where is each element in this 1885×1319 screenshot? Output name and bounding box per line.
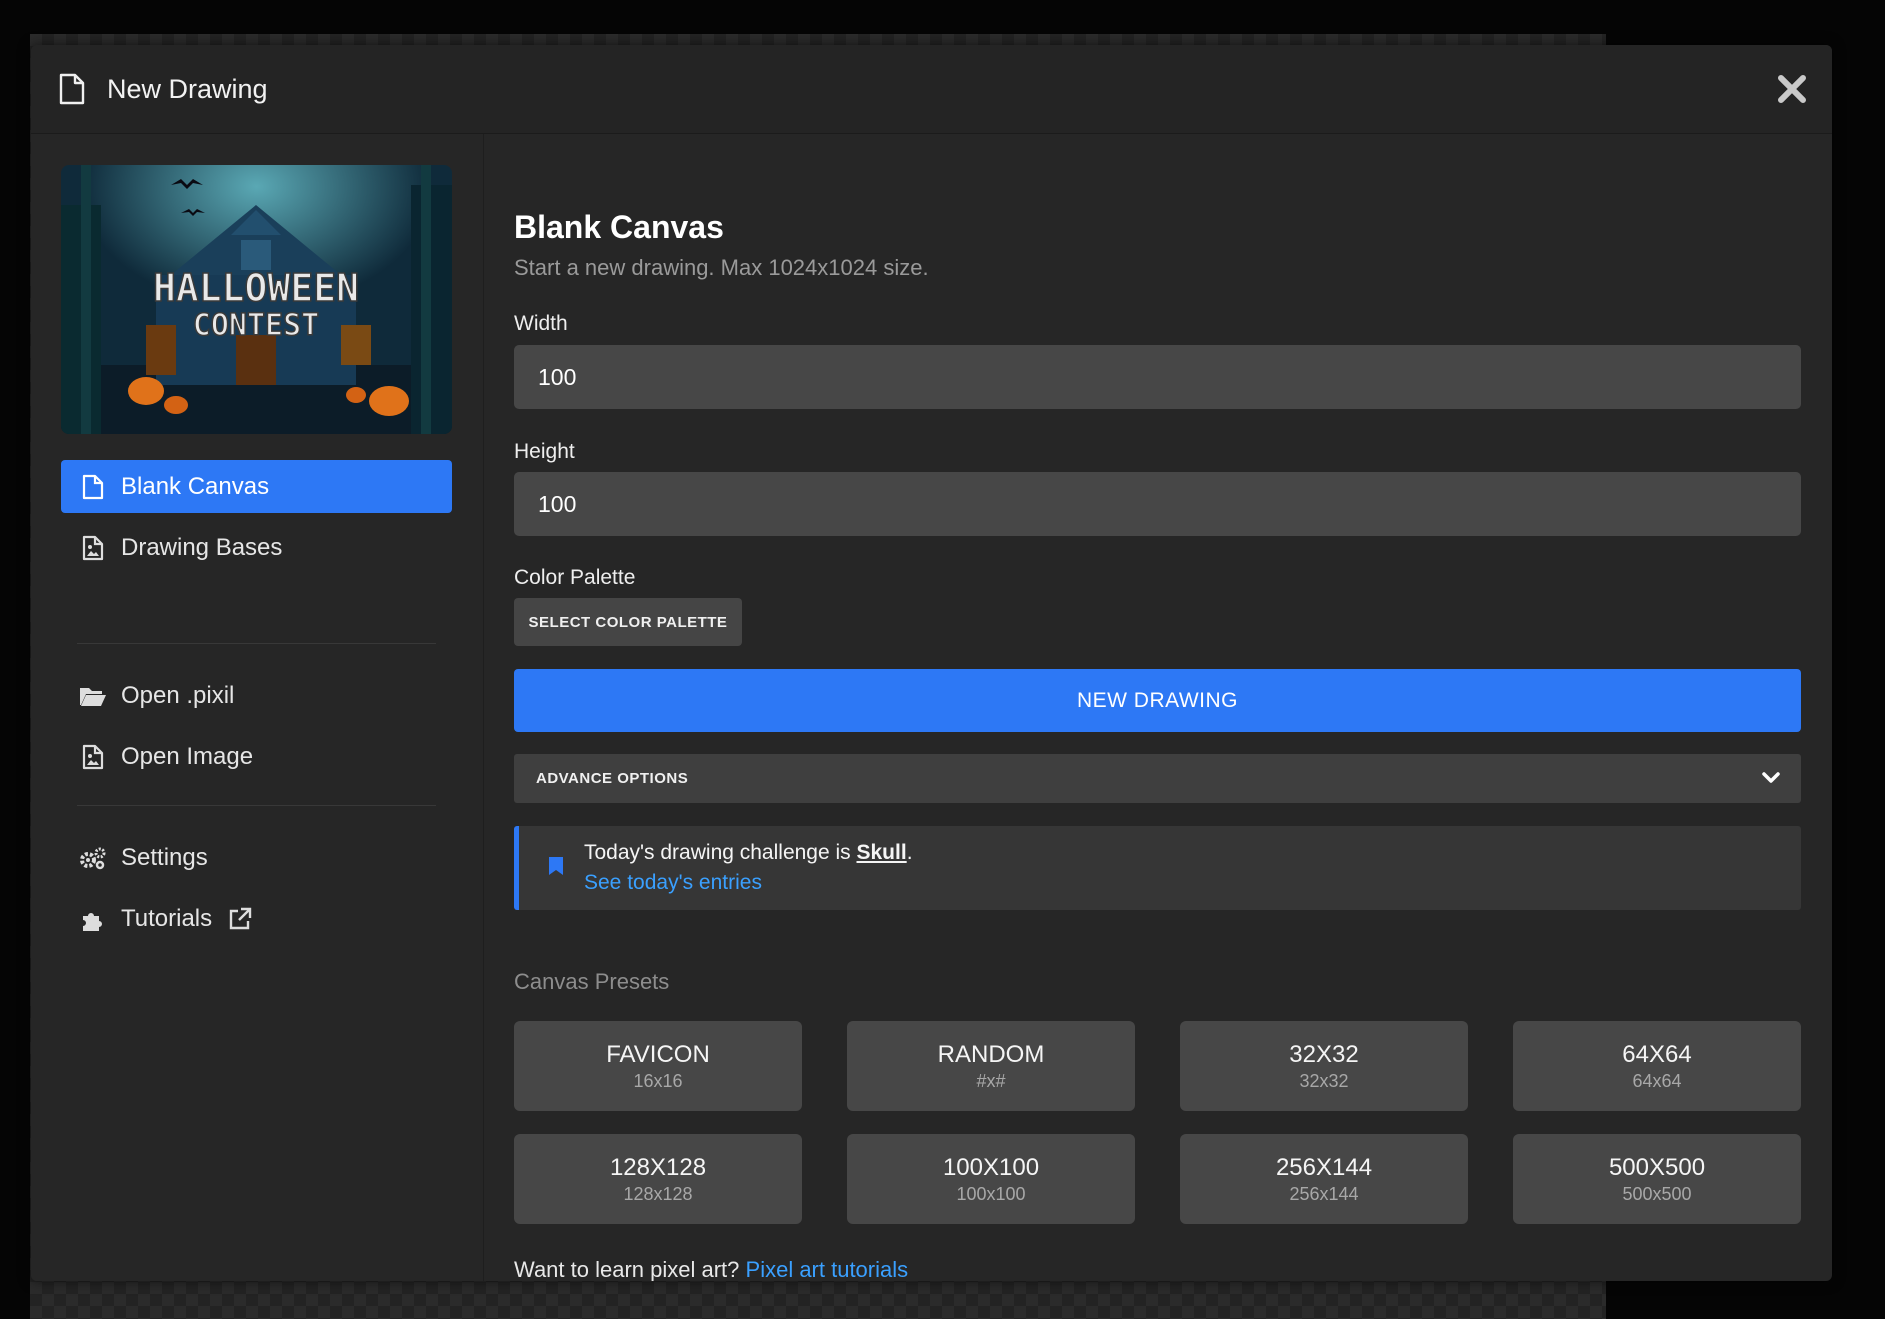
- preset-name: 500X500: [1608, 1154, 1706, 1181]
- preset-random[interactable]: RANDOM #x#: [847, 1021, 1135, 1111]
- preset-128x128[interactable]: 128X128 128x128: [514, 1134, 802, 1224]
- preset-name: 256X144: [1275, 1154, 1373, 1181]
- challenge-text: Today's drawing challenge is Skull.: [584, 841, 913, 865]
- sidebar-nav-primary: Blank Canvas Drawing Bases: [61, 460, 452, 574]
- advance-options-toggle[interactable]: ADVANCE OPTIONS: [514, 754, 1801, 803]
- preset-64x64[interactable]: 64X64 64x64: [1513, 1021, 1801, 1111]
- sidebar-nav-open: Open .pixil Open Image: [61, 669, 452, 783]
- halloween-contest-banner[interactable]: HALLOWEEN CONTEST: [61, 165, 452, 434]
- color-palette-label: Color Palette: [514, 566, 636, 589]
- preset-name: 32X32: [1289, 1041, 1359, 1068]
- file-icon: [77, 474, 109, 500]
- sidebar-item-label: Open .pixil: [121, 681, 235, 709]
- puzzle-icon: [77, 906, 109, 932]
- width-label: Width: [514, 312, 568, 335]
- preset-size: 100x100: [956, 1184, 1026, 1204]
- preset-size: 32x32: [1299, 1071, 1349, 1091]
- daily-challenge-notice: Today's drawing challenge is Skull. See …: [514, 826, 1801, 910]
- preset-size: #x#: [976, 1071, 1006, 1091]
- file-image-icon: [77, 535, 109, 561]
- advance-options-label: ADVANCE OPTIONS: [536, 770, 689, 787]
- dialog-title: New Drawing: [107, 73, 268, 104]
- file-icon: [59, 72, 89, 106]
- image-file-icon: [77, 744, 109, 770]
- preset-name: 100X100: [942, 1154, 1040, 1181]
- sidebar-item-label: Settings: [121, 843, 208, 871]
- banner-subtitle: CONTEST: [193, 308, 319, 343]
- learn-pixel-art-text: Want to learn pixel art? Pixel art tutor…: [514, 1257, 908, 1281]
- main-content: Blank Canvas Start a new drawing. Max 10…: [514, 134, 1801, 1281]
- preset-favicon[interactable]: FAVICON 16x16: [514, 1021, 802, 1111]
- preset-name: FAVICON: [606, 1041, 710, 1068]
- chevron-down-icon: [1761, 768, 1781, 793]
- preset-size: 128x128: [623, 1184, 693, 1204]
- new-drawing-button[interactable]: NEW DRAWING: [514, 669, 1801, 732]
- challenge-subject-link[interactable]: Skull: [857, 841, 907, 864]
- sidebar-item-blank-canvas[interactable]: Blank Canvas: [61, 460, 452, 513]
- external-link-icon: [228, 907, 252, 931]
- preset-size: 500x500: [1622, 1184, 1692, 1204]
- preset-256x144[interactable]: 256X144 256x144: [1180, 1134, 1468, 1224]
- banner-title: HALLOWEEN: [153, 266, 359, 310]
- sidebar-divider: [77, 805, 436, 806]
- sidebar-item-settings[interactable]: Settings: [61, 831, 452, 884]
- page-subtitle: Start a new drawing. Max 1024x1024 size.: [514, 255, 929, 280]
- challenge-suffix: .: [906, 841, 913, 864]
- preset-name: 64X64: [1622, 1041, 1692, 1068]
- bookmark-icon: [548, 856, 564, 881]
- dialog-header: New Drawing: [31, 45, 1832, 134]
- close-icon: [1778, 75, 1806, 103]
- preset-size: 256x144: [1289, 1184, 1359, 1204]
- sidebar-item-open-image[interactable]: Open Image: [61, 730, 452, 783]
- sidebar-nav-misc: Settings Tutorials: [61, 831, 452, 945]
- new-drawing-dialog: New Drawing HALLOWEEN CONTEST Blank Canv…: [31, 45, 1832, 1281]
- sidebar-item-open-pixil[interactable]: Open .pixil: [61, 669, 452, 722]
- sidebar-item-label: Blank Canvas: [121, 472, 270, 500]
- preset-100x100[interactable]: 100X100 100x100: [847, 1134, 1135, 1224]
- challenge-prefix: Today's drawing challenge is: [584, 841, 857, 864]
- preset-size: 64x64: [1632, 1071, 1682, 1091]
- width-input[interactable]: [514, 345, 1801, 409]
- preset-name: RANDOM: [937, 1041, 1045, 1068]
- sidebar-item-label: Tutorials: [121, 904, 213, 932]
- preset-size: 16x16: [633, 1071, 683, 1091]
- sidebar-item-label: Drawing Bases: [121, 533, 283, 561]
- preset-32x32[interactable]: 32X32 32x32: [1180, 1021, 1468, 1111]
- page-title: Blank Canvas: [514, 209, 724, 245]
- sidebar-item-drawing-bases[interactable]: Drawing Bases: [61, 521, 452, 574]
- close-button[interactable]: [1774, 71, 1810, 107]
- sidebar: HALLOWEEN CONTEST Blank Canvas Drawing B…: [31, 134, 484, 1281]
- sidebar-item-tutorials[interactable]: Tutorials: [61, 892, 452, 945]
- gears-icon: [77, 846, 109, 870]
- see-entries-link[interactable]: See today's entries: [584, 871, 762, 895]
- sidebar-item-label: Open Image: [121, 742, 254, 770]
- canvas-presets-title: Canvas Presets: [514, 969, 670, 994]
- folder-open-icon: [77, 685, 109, 707]
- preset-name: 128X128: [609, 1154, 707, 1181]
- sidebar-divider: [77, 643, 436, 644]
- learn-text: Want to learn pixel art?: [514, 1257, 746, 1281]
- select-color-palette-button[interactable]: SELECT COLOR PALETTE: [514, 598, 742, 646]
- height-label: Height: [514, 440, 575, 463]
- pixel-art-tutorials-link[interactable]: Pixel art tutorials: [746, 1257, 909, 1281]
- height-input[interactable]: [514, 472, 1801, 536]
- preset-500x500[interactable]: 500X500 500x500: [1513, 1134, 1801, 1224]
